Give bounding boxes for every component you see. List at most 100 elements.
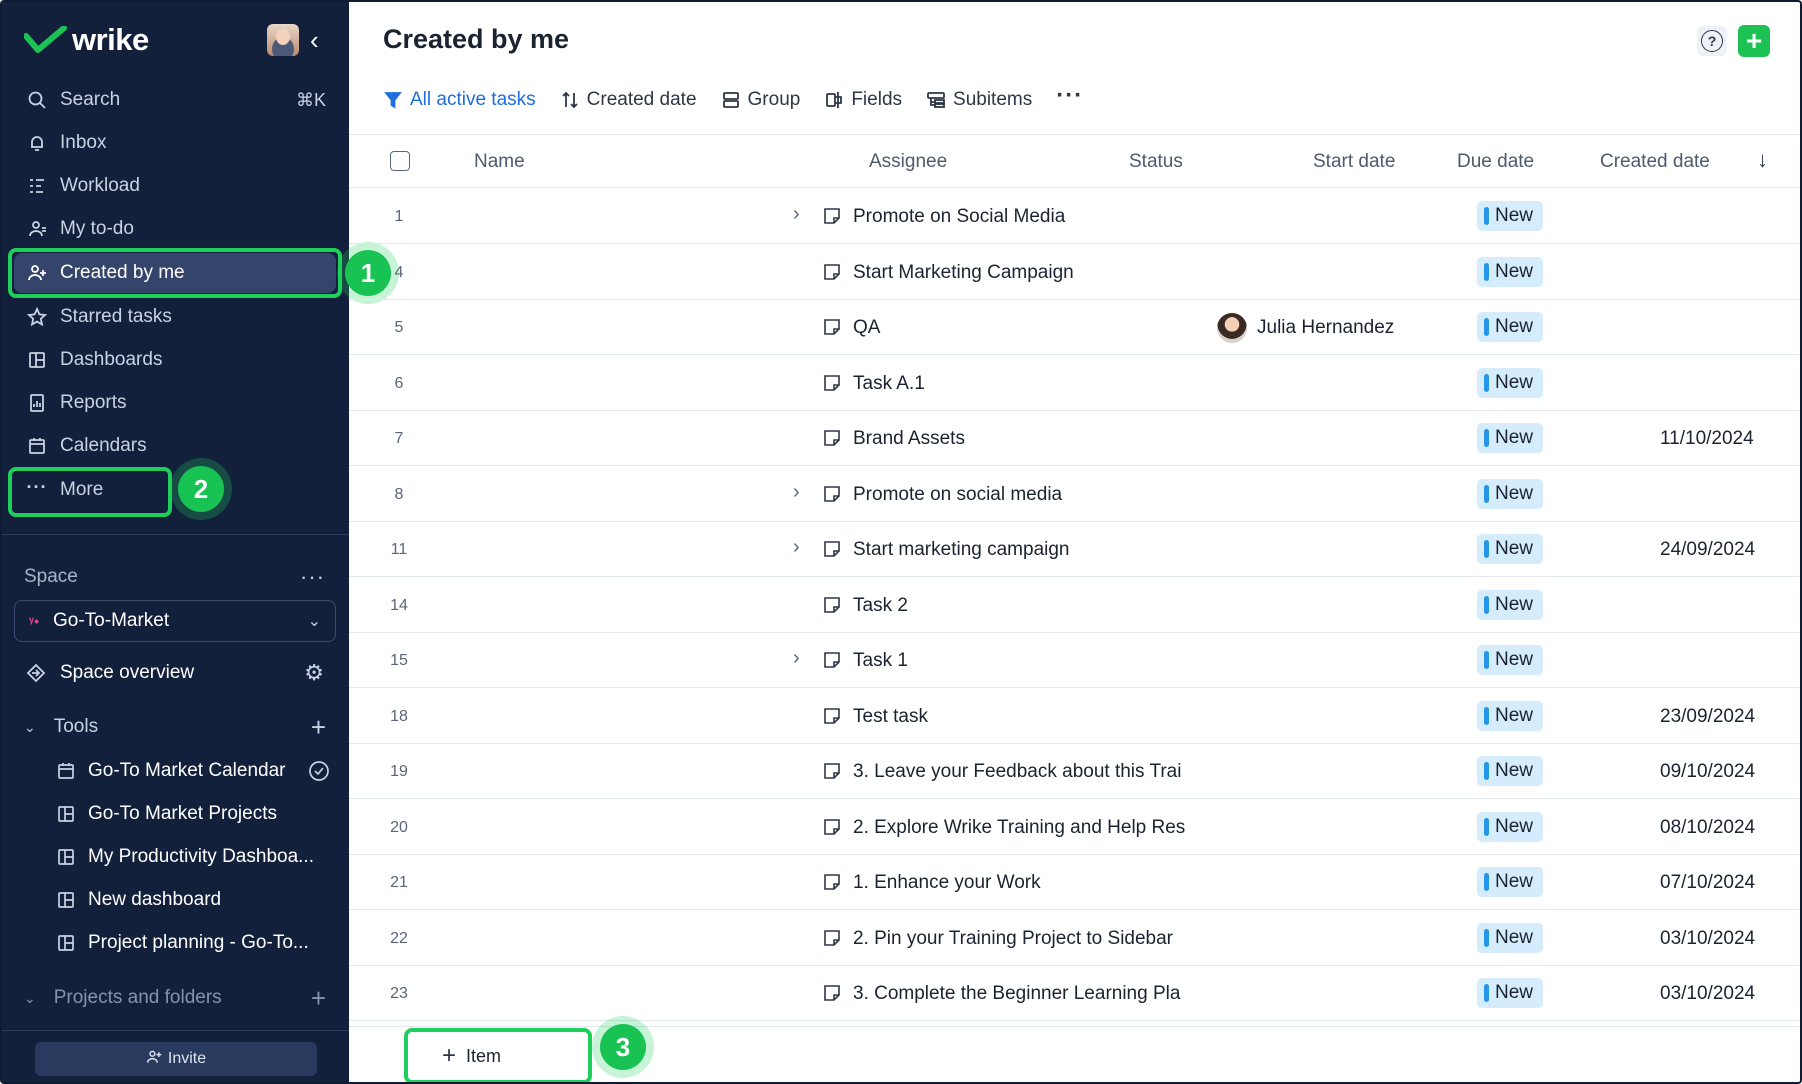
tool-item[interactable]: New dashboard [56,880,336,920]
task-name[interactable]: Promote on social media [853,484,1189,506]
subitems-button[interactable]: Subitems [926,89,1032,111]
filter-button[interactable]: All active tasks [383,89,536,111]
tool-item[interactable]: Go-To Market Calendar [56,751,336,791]
start-date[interactable]: 08/10/2024 [1660,817,1755,839]
status-badge[interactable]: New [1477,423,1544,453]
tool-item[interactable]: Project planning - Go-To... [56,923,336,963]
sort-descending-icon[interactable]: ↓ [1757,147,1768,173]
table-row[interactable]: 14Task 2New18/09/2024 [349,578,1800,633]
task-name[interactable]: Task A.1 [853,373,1189,395]
wrike-logo[interactable]: wrike [24,22,149,58]
create-button[interactable]: + [1738,25,1770,57]
table-row[interactable]: 1›Promote on Social MediaNew24/09/2024 [349,189,1800,244]
task-name[interactable]: Test task [853,706,1189,728]
nav-my-todo[interactable]: My to-do [14,209,336,249]
nav-reports[interactable]: Reports [14,383,336,423]
status-badge[interactable]: New [1477,811,1544,842]
expand-chevron-icon[interactable]: › [793,203,800,226]
column-header-due-date[interactable]: Due date [1457,151,1534,173]
gear-icon[interactable]: ⚙ [304,660,324,686]
status-badge[interactable]: New [1477,534,1544,564]
table-row[interactable]: 11 › Start marketing campaign New 24/09/2024… [349,522,1800,577]
nav-search[interactable]: Search ⌘K [14,80,336,120]
task-name[interactable]: Start Marketing Campaign [853,262,1189,284]
status-badge[interactable]: New [1477,589,1544,620]
status-badge[interactable]: New [1477,201,1544,231]
add-tool-icon[interactable]: + [311,712,326,743]
status-badge[interactable]: New [1477,978,1544,1008]
assignee-cell[interactable]: Julia Hernandez [1217,312,1394,344]
task-name[interactable]: Task 2 [853,595,1189,617]
nav-dashboards[interactable]: Dashboards [14,340,336,380]
table-row[interactable]: 5QAJulia HernandezNew19/09/2024 [349,300,1800,355]
task-name[interactable]: 3. Complete the Beginner Learning Pla [853,983,1189,1005]
help-button[interactable]: ? [1697,26,1727,56]
task-name[interactable]: 2. Pin your Training Project to Sidebar [853,928,1189,950]
start-date[interactable]: 24/09/2024 [1660,539,1755,561]
invite-button[interactable]: Invite [35,1042,317,1076]
expand-chevron-icon[interactable]: › [793,481,800,504]
group-button[interactable]: Group [721,89,800,111]
table-row[interactable]: 8›Promote on social mediaNew18/09/2024 [349,467,1800,522]
table-row[interactable]: 23 3. Complete the Beginner Learning Pla N… [349,966,1800,1021]
space-overview-item[interactable]: Space overview ⚙ [14,653,336,693]
table-row[interactable]: 6Task A.1New18/09/2024 [349,356,1800,411]
task-name[interactable]: QA [853,317,1189,339]
tool-item[interactable]: Go-To Market Projects [56,794,336,834]
nav-inbox[interactable]: Inbox [14,123,336,163]
status-badge[interactable]: New [1477,700,1544,731]
start-date[interactable]: 09/10/2024 [1660,761,1755,783]
task-name[interactable]: Task 1 [853,650,1189,672]
table-row[interactable]: 15›Task 1New18/09/2024 [349,633,1800,688]
status-badge[interactable]: New [1477,312,1544,342]
table-row[interactable]: 18Test taskNew23/09/202427/09/202417/09/… [349,689,1800,744]
nav-workload[interactable]: Workload [14,166,336,206]
task-name[interactable]: Start marketing campaign [853,539,1189,561]
start-date[interactable]: 23/09/2024 [1660,706,1755,728]
projects-section-header[interactable]: ⌄ Projects and folders + [24,978,336,1018]
table-row[interactable]: 7Brand AssetsNew11/10/202411/10/202418/0… [349,411,1800,466]
user-avatar[interactable] [267,24,299,56]
table-row[interactable]: 20 2. Explore Wrike Training and Help Res… [349,800,1800,855]
task-name[interactable]: Brand Assets [853,428,1189,450]
start-date[interactable]: 03/10/2024 [1660,928,1755,950]
status-badge[interactable]: New [1477,922,1544,953]
task-name[interactable]: Promote on Social Media [853,206,1189,228]
status-badge[interactable]: New [1477,256,1544,287]
sort-button[interactable]: Created date [560,89,697,111]
tools-section-header[interactable]: ⌄ Tools + [24,707,336,747]
status-badge[interactable]: New [1477,756,1544,786]
tool-item[interactable]: My Productivity Dashboa... [56,837,336,877]
start-date[interactable]: 03/10/2024 [1660,983,1755,1005]
fields-button[interactable]: Fields [824,89,902,111]
space-selector[interactable]: ᵞ• Go-To-Market ⌄ [14,600,336,642]
status-badge[interactable]: New [1477,867,1544,897]
add-project-icon[interactable]: + [311,983,326,1014]
task-name[interactable]: 1. Enhance your Work [853,872,1189,894]
start-date[interactable]: 07/10/2024 [1660,872,1755,894]
status-badge[interactable]: New [1477,367,1544,398]
column-header-start-date[interactable]: Start date [1313,151,1395,173]
table-row[interactable]: 4Start Marketing CampaignNew24/09/2024 [349,245,1800,300]
column-header-created-date[interactable]: Created date [1600,151,1710,173]
column-header-name[interactable]: Name [474,151,525,173]
expand-chevron-icon[interactable]: › [793,647,800,670]
task-name[interactable]: 3. Leave your Feedback about this Trai [853,761,1189,783]
collapse-sidebar-icon[interactable]: ‹ [310,26,319,54]
expand-chevron-icon[interactable]: › [793,536,800,559]
status-badge[interactable]: New [1477,478,1544,509]
table-row[interactable]: 19 3. Leave your Feedback about this Trai… [349,744,1800,799]
nav-label: Workload [60,175,140,196]
toolbar-more-icon[interactable]: ··· [1056,82,1083,110]
space-options-icon[interactable]: ··· [300,564,325,590]
table-row[interactable]: 22 2. Pin your Training Project to Sideba… [349,911,1800,966]
table-row[interactable]: 211. Enhance your WorkNew07/10/202408/10… [349,855,1800,910]
task-name[interactable]: 2. Explore Wrike Training and Help Res [853,817,1189,839]
nav-starred-tasks[interactable]: Starred tasks [14,297,336,337]
nav-calendars[interactable]: Calendars [14,426,336,466]
column-header-assignee[interactable]: Assignee [869,151,947,173]
status-badge[interactable]: New [1477,645,1544,675]
select-all-checkbox[interactable] [390,151,410,171]
column-header-status[interactable]: Status [1129,151,1183,173]
start-date[interactable]: 11/10/2024 [1660,428,1754,450]
